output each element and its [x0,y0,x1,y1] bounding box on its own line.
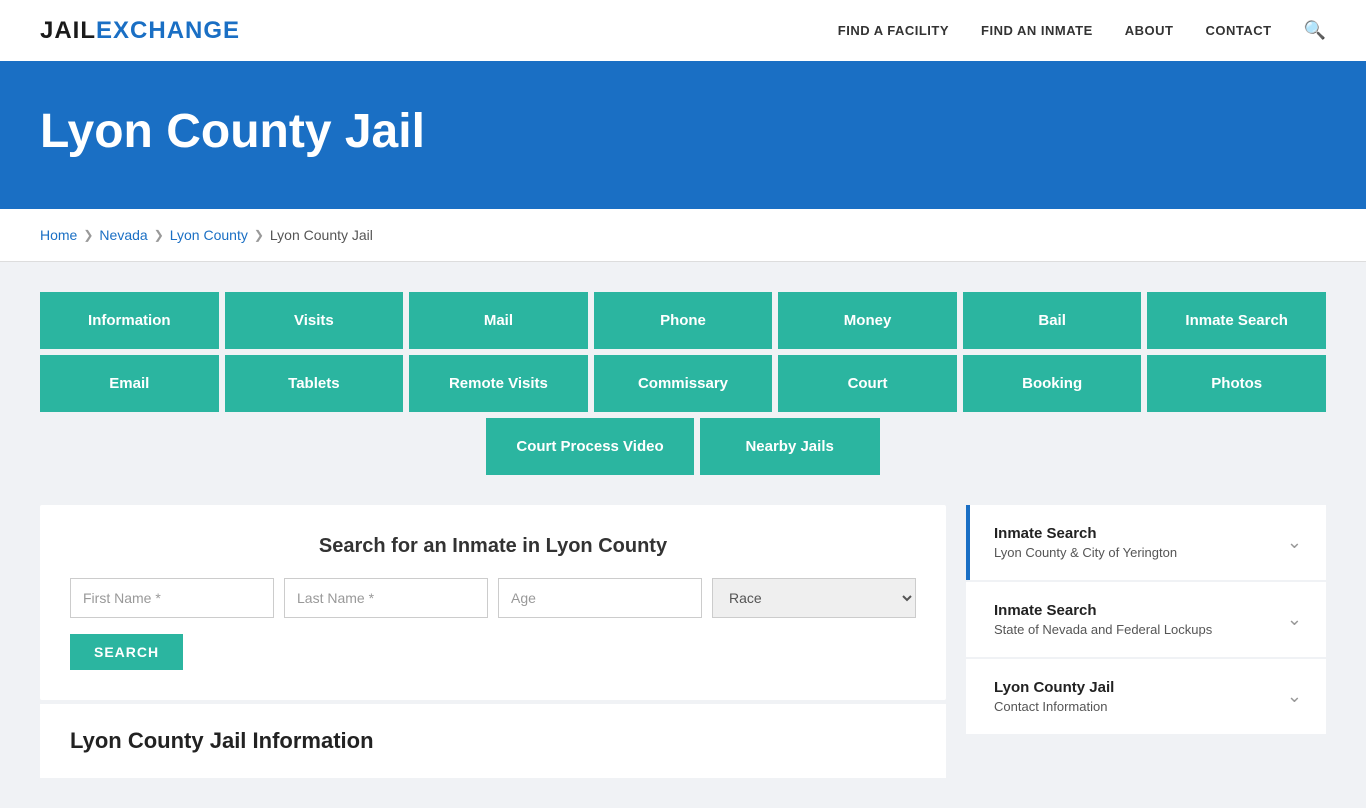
breadcrumb-lyon-county[interactable]: Lyon County [170,227,248,243]
nav-contact[interactable]: CONTACT [1205,23,1271,38]
tiles-row-3: Court Process Video Nearby Jails [40,418,1326,475]
search-title: Search for an Inmate in Lyon County [70,535,916,558]
chevron-down-icon-1: ⌄ [1287,609,1302,630]
sidebar-item-0-subtitle: Lyon County & City of Yerington [994,545,1177,560]
tile-email[interactable]: Email [40,355,219,412]
bottom-section: Search for an Inmate in Lyon County Race… [40,505,1326,778]
tile-mail[interactable]: Mail [409,292,588,349]
page-title: Lyon County Jail [40,104,1326,159]
header: JAILEXCHANGE FIND A FACILITY FIND AN INM… [0,0,1366,64]
sidebar-item-0[interactable]: Inmate Search Lyon County & City of Yeri… [966,505,1326,580]
tile-phone[interactable]: Phone [594,292,773,349]
search-icon[interactable]: 🔍 [1304,20,1326,41]
tile-nearby-jails[interactable]: Nearby Jails [700,418,880,475]
breadcrumb-sep-3: ❯ [254,228,264,242]
sidebar-item-0-title: Inmate Search [994,525,1177,542]
breadcrumb-nevada[interactable]: Nevada [99,227,147,243]
tiles-row-2: Email Tablets Remote Visits Commissary C… [40,355,1326,412]
info-section: Lyon County Jail Information [40,700,946,778]
tile-commissary[interactable]: Commissary [594,355,773,412]
sidebar-item-2[interactable]: Lyon County Jail Contact Information ⌄ [966,659,1326,734]
tiles-row-1: Information Visits Mail Phone Money Bail… [40,292,1326,349]
last-name-input[interactable] [284,578,488,618]
nav-find-facility[interactable]: FIND A FACILITY [838,23,949,38]
logo-exchange: EXCHANGE [96,17,240,44]
breadcrumb-sep-1: ❯ [83,228,93,242]
tile-photos[interactable]: Photos [1147,355,1326,412]
tile-court[interactable]: Court [778,355,957,412]
tile-remote-visits[interactable]: Remote Visits [409,355,588,412]
age-input[interactable] [498,578,702,618]
search-button[interactable]: SEARCH [70,634,183,670]
inmate-search-box: Search for an Inmate in Lyon County Race… [40,505,946,700]
tile-money[interactable]: Money [778,292,957,349]
sidebar-item-1[interactable]: Inmate Search State of Nevada and Federa… [966,582,1326,657]
tile-information[interactable]: Information [40,292,219,349]
chevron-down-icon-2: ⌄ [1287,686,1302,707]
tile-court-process-video[interactable]: Court Process Video [486,418,693,475]
sidebar-item-1-title: Inmate Search [994,602,1212,619]
tile-booking[interactable]: Booking [963,355,1142,412]
sidebar-item-2-subtitle: Contact Information [994,699,1114,714]
tile-bail[interactable]: Bail [963,292,1142,349]
first-name-input[interactable] [70,578,274,618]
sidebar: Inmate Search Lyon County & City of Yeri… [966,505,1326,734]
logo-jail: JAIL [40,17,96,44]
breadcrumb-home[interactable]: Home [40,227,77,243]
chevron-down-icon-0: ⌄ [1287,532,1302,553]
nav-find-inmate[interactable]: FIND AN INMATE [981,23,1093,38]
race-select[interactable]: Race White Black Hispanic Asian Other [712,578,916,618]
tile-visits[interactable]: Visits [225,292,404,349]
nav-about[interactable]: ABOUT [1125,23,1174,38]
sidebar-item-1-subtitle: State of Nevada and Federal Lockups [994,622,1212,637]
main-nav: FIND A FACILITY FIND AN INMATE ABOUT CON… [838,20,1326,41]
site-logo[interactable]: JAILEXCHANGE [40,17,240,45]
left-column: Search for an Inmate in Lyon County Race… [40,505,946,778]
tile-inmate-search[interactable]: Inmate Search [1147,292,1326,349]
breadcrumb-current: Lyon County Jail [270,227,373,243]
tile-tablets[interactable]: Tablets [225,355,404,412]
breadcrumb-sep-2: ❯ [154,228,164,242]
hero-section: Lyon County Jail [0,64,1366,209]
sidebar-item-2-title: Lyon County Jail [994,679,1114,696]
info-title: Lyon County Jail Information [70,728,916,754]
main-content: Information Visits Mail Phone Money Bail… [0,262,1366,808]
search-fields: Race White Black Hispanic Asian Other [70,578,916,618]
breadcrumb: Home ❯ Nevada ❯ Lyon County ❯ Lyon Count… [0,209,1366,262]
